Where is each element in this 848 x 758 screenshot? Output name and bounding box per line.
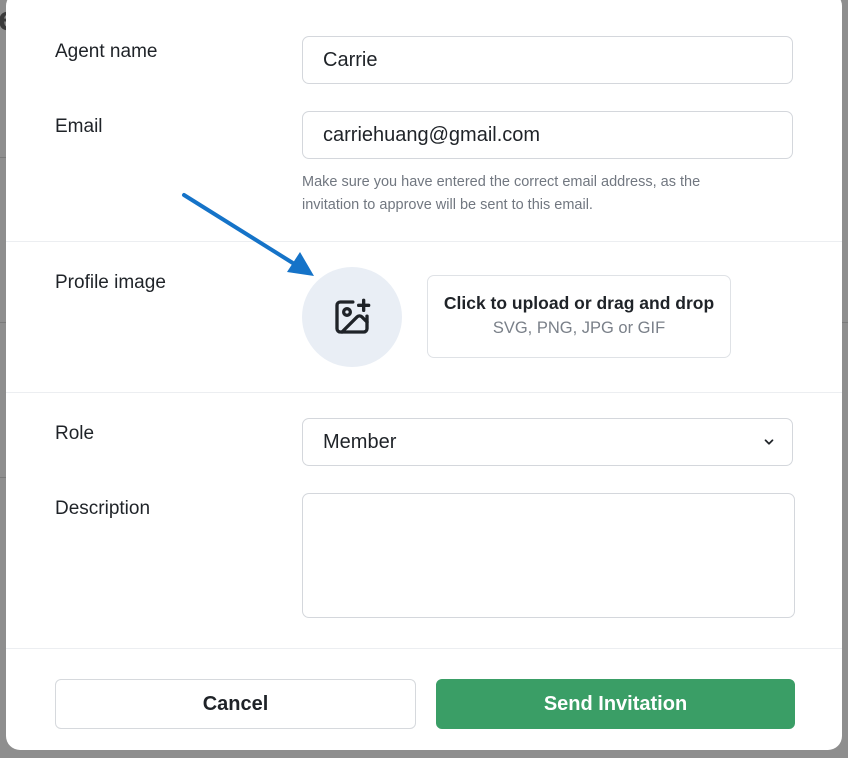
annotation-arrow-icon [182,193,314,276]
